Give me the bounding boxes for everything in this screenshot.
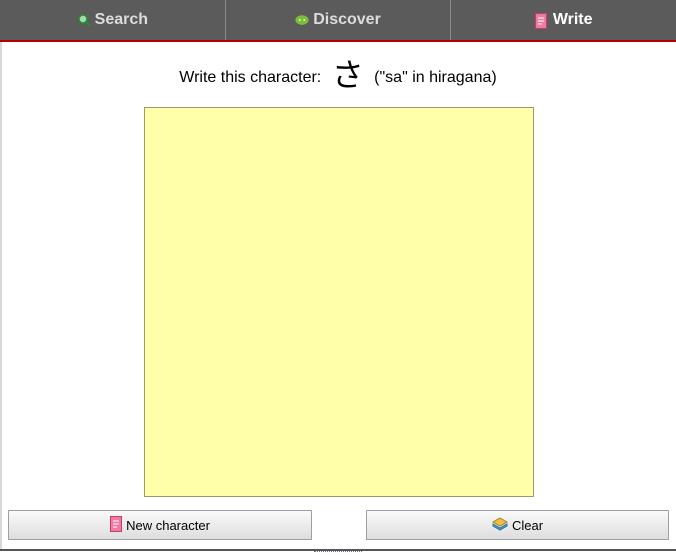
- tab-search[interactable]: Search: [0, 0, 226, 40]
- new-character-label: New character: [126, 517, 210, 533]
- clear-label: Clear: [511, 517, 544, 533]
- clear-button[interactable]: Clear: [366, 510, 669, 540]
- tab-bar: Search Discover Write: [0, 0, 676, 42]
- tab-search-label: Search: [94, 11, 149, 28]
- layers-icon: [491, 516, 508, 534]
- drawing-canvas[interactable]: [144, 107, 534, 497]
- tab-discover[interactable]: Discover: [226, 0, 452, 40]
- prompt: Write this character: さ ("sa" in hiragan…: [0, 50, 676, 96]
- focus-indicator: [314, 551, 362, 555]
- notepad-icon: [110, 515, 123, 535]
- tab-discover-label: Discover: [313, 11, 381, 28]
- notepad-icon: [534, 13, 549, 29]
- tab-write[interactable]: Write: [451, 0, 676, 40]
- prompt-lead: Write this character:: [179, 69, 322, 86]
- target-character: さ: [331, 56, 364, 94]
- search-icon: [77, 13, 91, 27]
- chat-bubble-icon: [295, 13, 309, 27]
- character-reading: ("sa" in hiragana): [374, 69, 497, 86]
- tab-write-label: Write: [552, 11, 593, 28]
- new-character-button[interactable]: New character: [8, 510, 312, 540]
